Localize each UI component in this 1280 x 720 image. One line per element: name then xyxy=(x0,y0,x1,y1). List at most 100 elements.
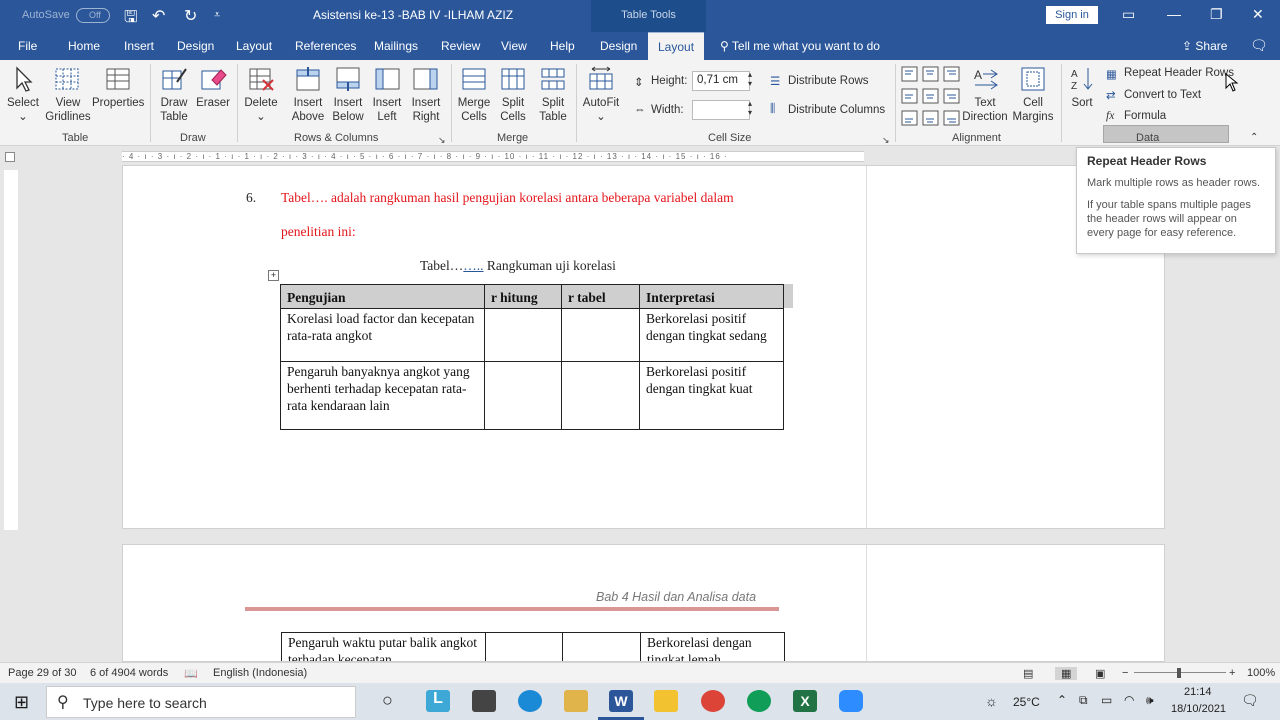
caption-cross-reference[interactable]: ….. xyxy=(463,258,483,273)
autofit-button[interactable]: AutoFit ⌄ xyxy=(581,66,621,124)
task-view-icon[interactable]: ○ xyxy=(382,690,393,711)
table-cell[interactable] xyxy=(561,308,640,362)
language-indicator[interactable]: English (Indonesia) xyxy=(213,667,307,679)
weather-icon[interactable]: ☼ xyxy=(985,693,998,709)
undo-icon[interactable]: ↶ xyxy=(152,6,165,26)
table-cell[interactable] xyxy=(562,632,641,661)
table-cell[interactable]: Berkorelasi positif dengan tingkat sedan… xyxy=(639,308,784,362)
distribute-columns-button[interactable]: Distribute Columns xyxy=(788,104,885,116)
header-cell[interactable]: Interpretasi xyxy=(639,284,784,309)
tab-review[interactable]: Review xyxy=(441,39,480,53)
text-direction-button[interactable]: A Text Direction xyxy=(962,66,1008,124)
zoom-slider-thumb[interactable] xyxy=(1177,668,1181,678)
vertical-ruler[interactable] xyxy=(4,170,18,530)
tab-design[interactable]: Design xyxy=(177,39,214,53)
file-explorer-icon[interactable] xyxy=(654,690,678,712)
edge-browser-icon[interactable] xyxy=(518,690,542,712)
windows-start-icon[interactable]: ⊞ xyxy=(14,692,29,713)
correlation-table[interactable]: Pengujian r hitung r tabel Interpretasi … xyxy=(280,284,784,430)
page-count[interactable]: Page 29 of 30 xyxy=(8,667,77,679)
formula-button[interactable]: Formula xyxy=(1124,110,1166,122)
collapse-ribbon-icon[interactable]: ⌃ xyxy=(1250,132,1258,143)
table-move-handle-icon[interactable]: + xyxy=(268,270,279,281)
restore-icon[interactable]: ❐ xyxy=(1210,6,1223,23)
delete-button[interactable]: Delete ⌄ xyxy=(243,66,279,124)
distribute-rows-button[interactable]: Distribute Rows xyxy=(788,75,869,87)
table-row[interactable]: Pengaruh banyaknya angkot yang berhenti … xyxy=(280,361,784,430)
view-gridlines-button[interactable]: View Gridlines xyxy=(44,66,91,124)
table-cell[interactable] xyxy=(484,308,562,362)
tray-expand-icon[interactable]: ⌃ xyxy=(1057,693,1067,707)
split-table-button[interactable]: Split Table xyxy=(535,66,571,124)
proofing-icon[interactable]: 📖 xyxy=(184,667,198,680)
app-l-icon[interactable]: L xyxy=(426,690,450,712)
insert-left-button[interactable]: Insert Left xyxy=(369,66,405,124)
customize-qat-icon[interactable]: ⩡ xyxy=(214,9,220,22)
tab-help[interactable]: Help xyxy=(550,39,575,53)
continued-table[interactable]: Pengaruh waktu putar balik angkot terhad… xyxy=(281,632,785,661)
table-cell[interactable]: Berkorelasi positif dengan tingkat kuat xyxy=(639,361,784,430)
table-cell[interactable]: Pengaruh banyaknya angkot yang berhenti … xyxy=(280,361,485,430)
volume-icon[interactable]: 🕪 xyxy=(1146,693,1154,708)
table-cell[interactable] xyxy=(485,632,563,661)
dialog-launcher-icon[interactable]: ↘ xyxy=(882,135,890,146)
convert-to-text-button[interactable]: Convert to Text xyxy=(1124,89,1201,101)
tab-references[interactable]: References xyxy=(295,39,356,53)
pen-app-icon[interactable] xyxy=(564,690,588,712)
clock-date[interactable]: 18/10/2021 xyxy=(1171,703,1226,715)
ribbon-display-icon[interactable]: ▭ xyxy=(1122,6,1135,23)
tab-view[interactable]: View xyxy=(501,39,527,53)
close-icon[interactable]: ✕ xyxy=(1252,6,1264,23)
alignment-grid-icon[interactable] xyxy=(900,65,962,127)
width-spinner-icon[interactable]: ▴ ▾ xyxy=(748,99,752,117)
word-app-icon[interactable]: W xyxy=(609,690,633,712)
table-cell[interactable]: Korelasi load factor dan kecepatan rata-… xyxy=(280,308,485,362)
microsoft-store-icon[interactable] xyxy=(472,690,496,712)
read-mode-icon[interactable]: ▤ xyxy=(1023,667,1033,680)
document-page[interactable]: Bab 4 Hasil dan Analisa data Pengaruh wa… xyxy=(122,544,1165,662)
tell-me-box[interactable]: ⚲ Tell me what you want to do xyxy=(720,39,880,53)
table-row[interactable]: Pengaruh waktu putar balik angkot terhad… xyxy=(281,632,785,661)
battery-icon[interactable]: ▭ xyxy=(1101,693,1112,707)
draw-table-button[interactable]: Draw Table xyxy=(156,66,192,124)
header-cell[interactable]: r hitung xyxy=(484,284,562,309)
chrome-icon[interactable] xyxy=(747,690,771,712)
horizontal-ruler[interactable]: · 4 · ı · 3 · ı · 2 · ı · 1 · ı · 1 · ı … xyxy=(122,151,864,162)
zoom-level[interactable]: 100% xyxy=(1247,667,1275,679)
header-cell[interactable]: Pengujian xyxy=(280,284,485,309)
zoom-out-icon[interactable]: − xyxy=(1122,667,1128,679)
table-cell[interactable]: Berkorelasi dengan tingkat lemah xyxy=(640,632,785,661)
height-spinner-icon[interactable]: ▴ ▾ xyxy=(748,70,752,88)
clock-time[interactable]: 21:14 xyxy=(1184,686,1212,698)
sort-button[interactable]: AZ Sort xyxy=(1066,66,1098,110)
table-cell[interactable] xyxy=(484,361,562,430)
notifications-icon[interactable]: 🗨 xyxy=(1241,692,1259,709)
cell-margins-button[interactable]: Cell Margins xyxy=(1010,66,1056,124)
insert-right-button[interactable]: Insert Right xyxy=(407,66,445,124)
table-cell[interactable]: Pengaruh waktu putar balik angkot terhad… xyxy=(281,632,486,661)
excel-app-icon[interactable]: X xyxy=(793,690,817,712)
autosave-toggle[interactable]: Off xyxy=(76,8,110,23)
properties-button[interactable]: Properties xyxy=(92,66,144,110)
dialog-launcher-icon[interactable]: ↘ xyxy=(438,135,446,146)
meet-now-icon[interactable]: ⧉ xyxy=(1079,693,1088,708)
sign-in-button[interactable]: Sign in xyxy=(1046,6,1098,24)
split-cells-button[interactable]: Split Cells xyxy=(496,66,530,124)
tab-selector[interactable] xyxy=(5,152,15,162)
tab-home[interactable]: Home xyxy=(68,39,100,53)
zoom-app-icon[interactable] xyxy=(839,690,863,712)
tab-file[interactable]: File xyxy=(18,39,37,53)
height-input[interactable]: 0,71 cm xyxy=(692,71,750,91)
tab-layout[interactable]: Layout xyxy=(236,39,272,53)
table-row[interactable]: Korelasi load factor dan kecepatan rata-… xyxy=(280,308,784,362)
eraser-button[interactable]: Eraser xyxy=(196,66,230,110)
select-button[interactable]: Select ⌄ xyxy=(6,66,40,124)
wifi-icon[interactable]: ◠ xyxy=(1124,693,1134,707)
share-button[interactable]: ⇪ Share xyxy=(1182,39,1227,53)
chrome-profile-icon[interactable] xyxy=(701,690,725,712)
print-layout-icon[interactable]: ▦ xyxy=(1055,667,1078,680)
comments-icon[interactable]: 🗨 xyxy=(1250,37,1268,54)
tab-insert[interactable]: Insert xyxy=(124,39,154,53)
temperature[interactable]: 25°C xyxy=(1013,695,1040,709)
word-count[interactable]: 6 of 4904 words xyxy=(90,667,168,679)
